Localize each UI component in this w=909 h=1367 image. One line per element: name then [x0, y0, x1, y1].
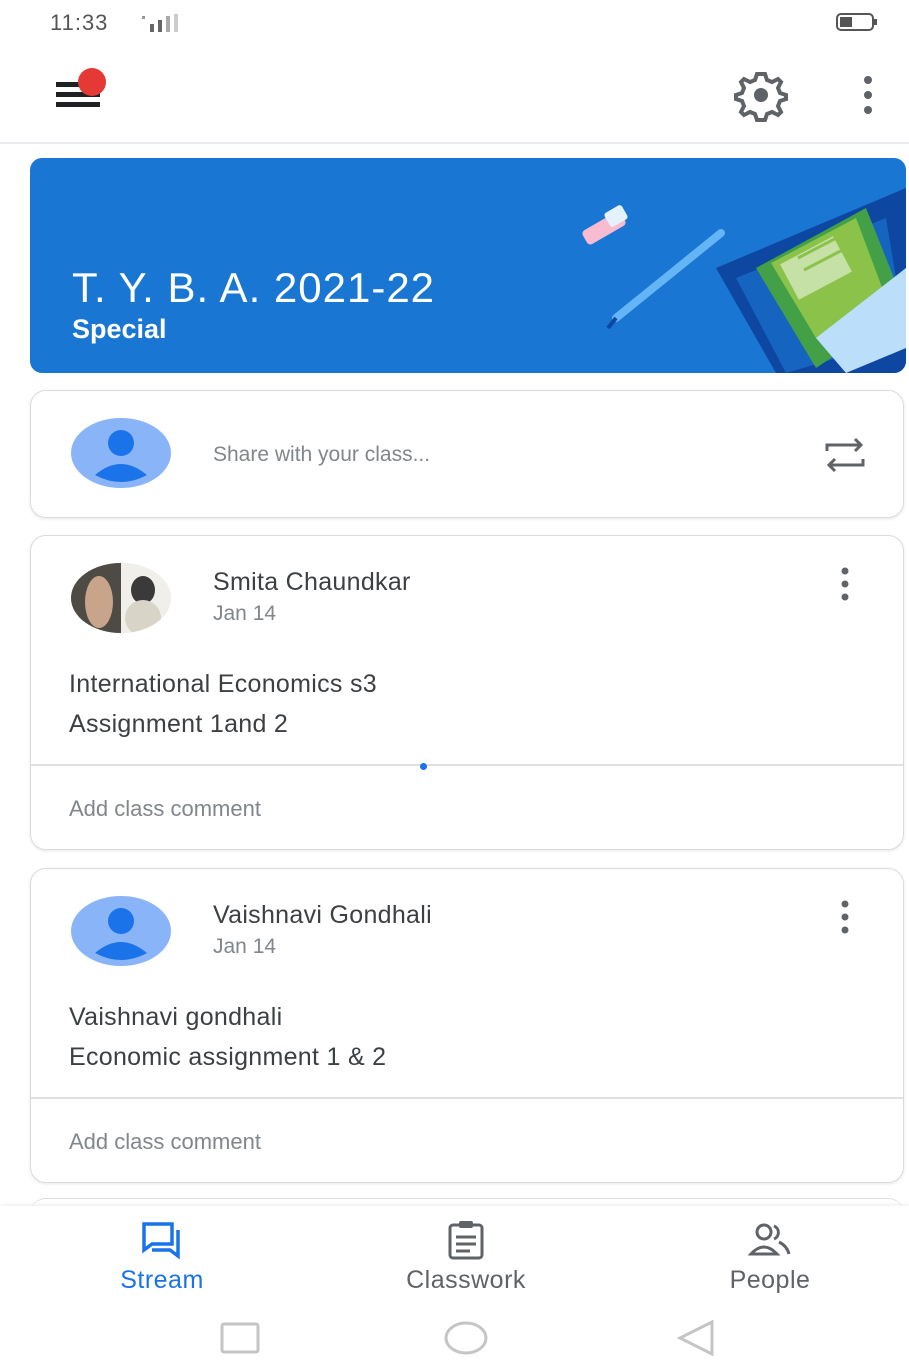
post-line: International Economics s3 [69, 670, 377, 698]
post-author: Vaishnavi Gondhali [213, 901, 432, 929]
nav-people-label: People [729, 1266, 811, 1294]
home-icon[interactable] [444, 1320, 488, 1356]
loading-dot [420, 763, 427, 770]
status-time: 11:33 [50, 10, 109, 35]
class-title: T. Y. B. A. 2021-22 [72, 264, 436, 311]
post-body: International Economics s3 Assignment 1a… [69, 664, 377, 744]
recents-icon[interactable] [218, 1320, 262, 1356]
menu-icon[interactable] [52, 66, 114, 116]
classwork-icon [448, 1221, 484, 1260]
stream-icon [142, 1222, 180, 1260]
post-line: Economic assignment 1 & 2 [69, 1043, 387, 1071]
divider [31, 1097, 903, 1099]
nav-people[interactable]: People [670, 1206, 870, 1306]
author-photo-avatar [71, 563, 171, 633]
nav-stream-label: Stream [120, 1266, 204, 1294]
more-vert-icon[interactable] [835, 566, 855, 602]
app-bar [0, 46, 909, 144]
user-avatar-icon [71, 896, 171, 966]
share-input[interactable]: Share with your class... [213, 443, 430, 467]
class-section: Special [72, 314, 167, 344]
status-bar: 11:33 [0, 0, 909, 46]
nav-classwork[interactable]: Classwork [366, 1206, 566, 1306]
post-card[interactable]: Vaishnavi Gondhali Jan 14 Vaishnavi gond… [30, 868, 904, 1183]
repost-icon[interactable] [821, 433, 869, 477]
post-body: Vaishnavi gondhali Economic assignment 1… [69, 997, 386, 1077]
back-icon[interactable] [676, 1320, 720, 1356]
add-comment-link[interactable]: Add class comment [69, 796, 261, 822]
post-line: Vaishnavi gondhali [69, 1003, 283, 1031]
post-date: Jan 14 [213, 935, 277, 958]
battery-icon [836, 13, 877, 31]
post-date: Jan 14 [213, 602, 277, 625]
more-vert-icon[interactable] [835, 899, 855, 935]
post-card[interactable]: Smita Chaundkar Jan 14 International Eco… [30, 535, 904, 850]
add-comment-link[interactable]: Add class comment [69, 1129, 261, 1155]
system-nav-bar [0, 1306, 909, 1367]
gear-icon[interactable] [734, 68, 788, 122]
post-line: Assignment 1and 2 [69, 710, 289, 738]
nav-classwork-label: Classwork [406, 1266, 526, 1294]
banner-illustration [582, 188, 906, 373]
signal-icon [142, 14, 178, 32]
post-author: Smita Chaundkar [213, 568, 411, 596]
share-card[interactable]: Share with your class... [30, 390, 904, 518]
people-icon [748, 1223, 791, 1256]
more-vert-icon[interactable] [852, 72, 884, 118]
nav-stream[interactable]: Stream [62, 1206, 262, 1306]
bottom-nav: Stream Classwork People [0, 1206, 909, 1306]
divider [31, 764, 903, 766]
user-avatar-icon [71, 418, 171, 488]
class-banner[interactable]: T. Y. B. A. 2021-22 Special [30, 158, 906, 373]
